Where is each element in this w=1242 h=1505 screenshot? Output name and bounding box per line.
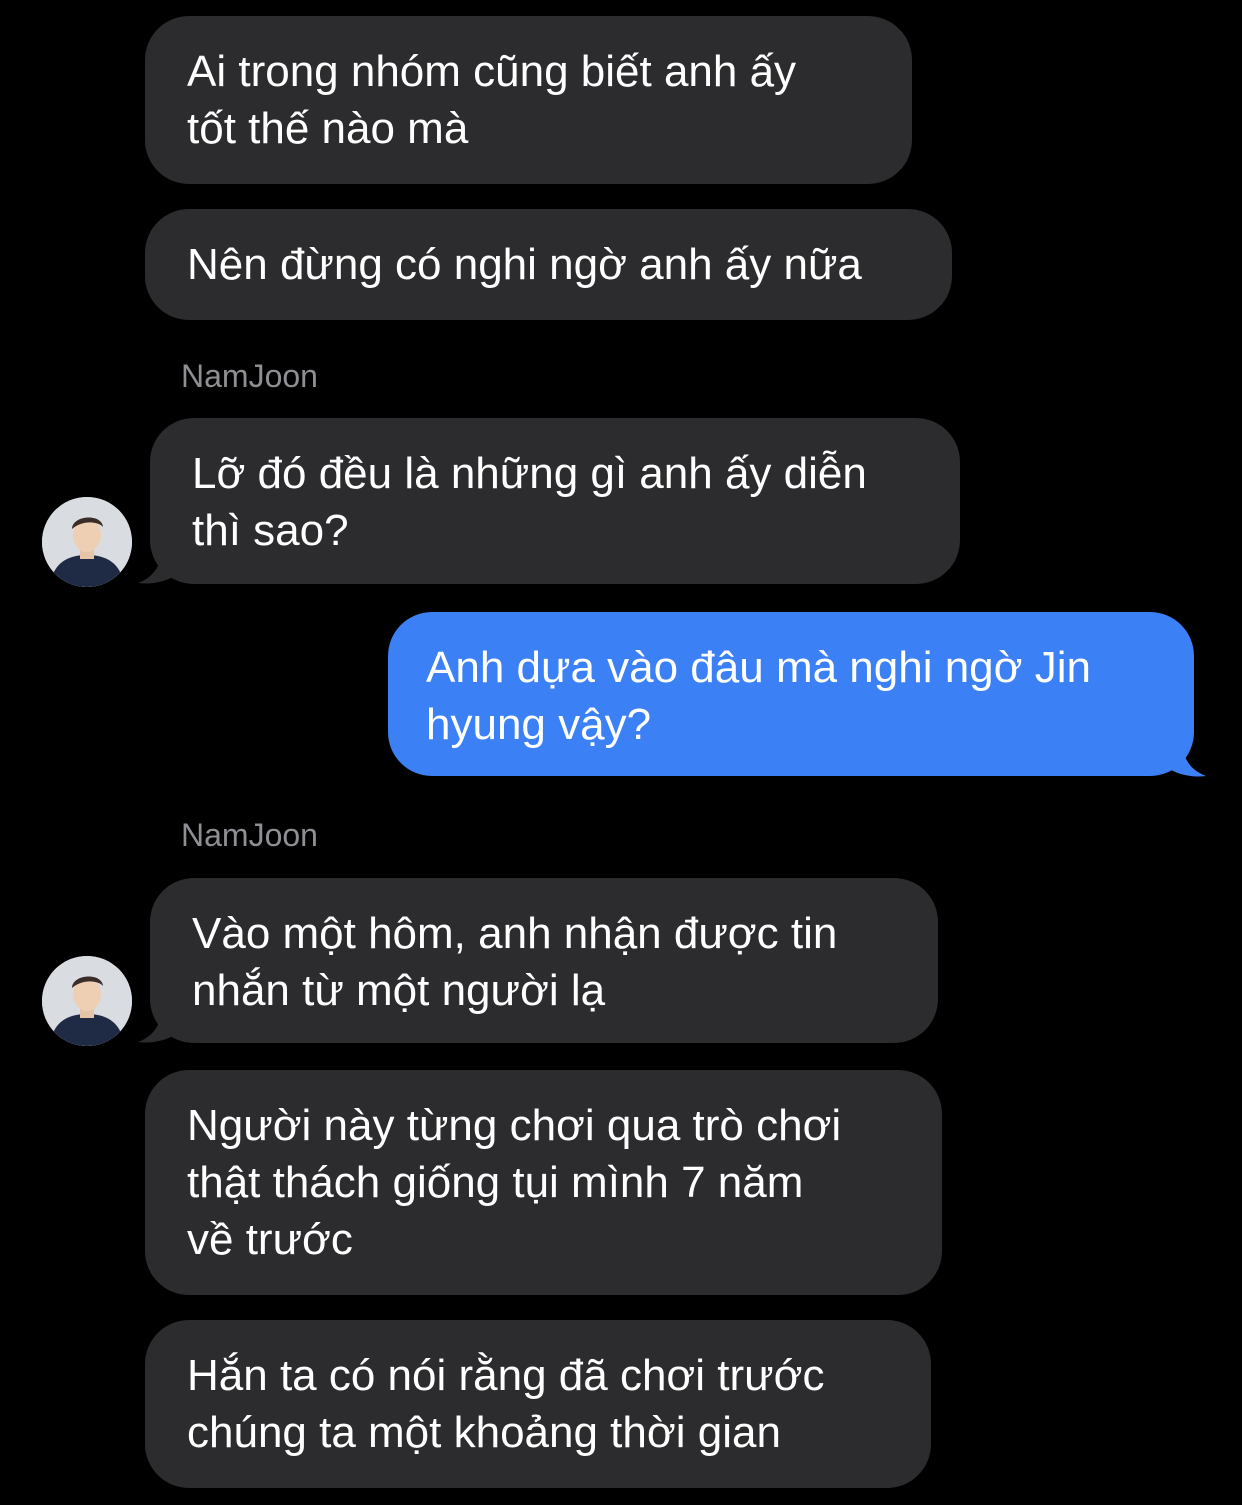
message-text: Vào một hôm, anh nhận được tin nhắn từ m… xyxy=(192,909,838,1015)
person-photo-icon[interactable] xyxy=(42,956,132,1046)
message-bubble-incoming[interactable]: Lỡ đó đều là những gì anh ấy diễn thì sa… xyxy=(150,418,960,584)
person-photo-icon[interactable] xyxy=(42,497,132,587)
message-text: Người này từng chơi qua trò chơi thật th… xyxy=(187,1101,842,1264)
message-text: Nên đừng có nghi ngờ anh ấy nữa xyxy=(187,240,862,289)
message-bubble-incoming[interactable]: Ai trong nhóm cũng biết anh ấy tốt thế n… xyxy=(145,16,912,184)
message-bubble-incoming[interactable]: Nên đừng có nghi ngờ anh ấy nữa xyxy=(145,209,952,320)
message-bubble-incoming[interactable]: Người này từng chơi qua trò chơi thật th… xyxy=(145,1070,942,1295)
message-text: Lỡ đó đều là những gì anh ấy diễn thì sa… xyxy=(192,449,867,555)
message-text: Hắn ta có nói rằng đã chơi trước chúng t… xyxy=(187,1351,825,1457)
message-bubble-incoming[interactable]: Hắn ta có nói rằng đã chơi trước chúng t… xyxy=(145,1320,931,1488)
sender-name: NamJoon xyxy=(181,358,318,394)
sender-name: NamJoon xyxy=(181,817,318,853)
message-text: Anh dựa vào đâu mà nghi ngờ Jin hyung vậ… xyxy=(426,643,1091,749)
message-bubble-incoming[interactable]: Vào một hôm, anh nhận được tin nhắn từ m… xyxy=(150,878,938,1043)
message-text: Ai trong nhóm cũng biết anh ấy tốt thế n… xyxy=(187,47,797,153)
message-bubble-outgoing[interactable]: Anh dựa vào đâu mà nghi ngờ Jin hyung vậ… xyxy=(388,612,1194,776)
